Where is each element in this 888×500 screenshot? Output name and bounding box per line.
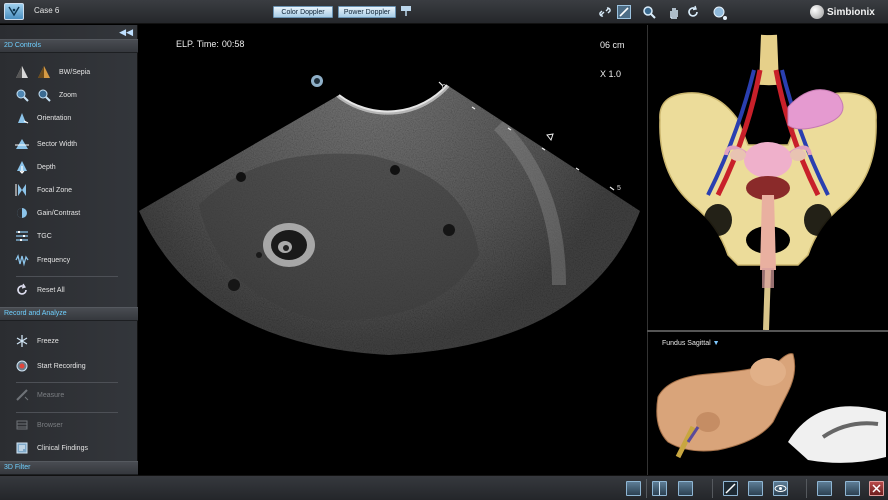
focal-zone-icon [15,183,29,197]
link-icon[interactable] [598,5,612,19]
separator [16,276,118,277]
mannequin-model [656,353,886,463]
zoom-view-icon[interactable] [642,5,656,19]
frequency-icon [15,253,29,267]
clinical-findings-icon [15,441,29,455]
pelvis-model [659,34,877,331]
scale-label-top: 0 [442,84,446,91]
clinical-findings-label: Clinical Findings [37,444,88,452]
section-3d-filter[interactable]: 3D Filter [0,461,138,475]
bw-sepia-label: BW/Sepia [59,68,91,76]
collapse-panel-icon[interactable]: ◀◀ [119,27,133,38]
section-2d-controls[interactable]: 2D Controls [0,39,138,53]
orientation-label: Orientation [37,114,72,122]
bw-sepia-control[interactable]: BW/Sepia [15,64,90,80]
start-recording-label: Start Recording [37,362,86,370]
anatomy-3d-view[interactable] [647,25,888,331]
gain-contrast-icon [15,206,29,220]
sector-width-label: Sector Width [37,140,78,148]
depth-control[interactable]: Depth [15,159,56,175]
chevron-down-icon: ▼ [712,340,720,347]
sector-width-control[interactable]: Sector Width [15,136,77,152]
separator [806,479,807,498]
section-record-analyze[interactable]: Record and Analyze [0,307,138,321]
power-doppler-button[interactable]: Power Doppler [338,6,396,18]
focal-zone-control[interactable]: Focal Zone [15,182,72,198]
brand-logo: Simbionix [810,4,875,20]
orientation-icon [15,111,29,125]
reset-all-label: Reset All [37,286,65,294]
pw-doppler-icon[interactable] [399,5,413,19]
top-toolbar: Case 6 Color Doppler Power Doppler Simbi… [0,0,888,24]
browser-icon [15,418,29,432]
scale-label-bottom: 5 [617,185,621,192]
eye-icon[interactable] [773,481,788,496]
bw-mode-icon[interactable] [15,65,29,79]
tgc-label: TGC [37,232,52,240]
reset-all-button[interactable]: Reset All [15,282,65,298]
gain-contrast-control[interactable]: Gain/Contrast [15,205,80,221]
single-view-icon[interactable] [626,481,641,496]
brand-name: Simbionix [827,6,875,18]
case-label: Case 6 [34,6,60,15]
clinical-findings-button[interactable]: Clinical Findings [15,440,88,456]
separator [16,382,118,383]
rotate-icon[interactable] [686,5,700,19]
measure-icon [15,388,29,402]
zoom-label: Zoom [59,91,77,99]
plane-selector-label: Fundus Sagittal [662,340,711,347]
ultrasound-view[interactable]: ELP. Time: 00:58 06 cm X 1.0 0 5 [139,25,646,475]
audio-icon[interactable] [817,481,832,496]
gain-contrast-label: Gain/Contrast [37,209,81,217]
controls-panel: ◀◀ 2D Controls BW/Sepia Zoom Orientation… [0,25,138,475]
browser-label: Browser [37,421,63,429]
reset-icon [15,283,29,297]
sepia-mode-icon[interactable] [37,65,51,79]
frequency-label: Frequency [37,256,71,264]
pan-hand-icon[interactable] [667,5,681,19]
probe-position-view[interactable]: Fundus Sagittal ▼ [647,332,888,475]
browser-button[interactable]: Browser [15,417,63,433]
sector-width-icon [15,137,29,151]
separator [16,412,118,413]
zoom-in-icon[interactable] [15,88,29,102]
tgc-control[interactable]: TGC [15,228,52,244]
frequency-control[interactable]: Frequency [15,252,70,268]
zoom-3d-icon[interactable] [712,5,727,20]
record-icon [15,359,29,373]
close-icon[interactable] [869,481,884,496]
zoom-out-icon[interactable] [37,88,51,102]
measure-label: Measure [37,391,65,399]
plane-selector[interactable]: Fundus Sagittal ▼ [662,340,720,347]
needle-icon[interactable] [723,481,738,496]
zoom-control[interactable]: Zoom [15,87,77,103]
freeze-label: Freeze [37,337,59,345]
tgc-icon [15,229,29,243]
separator [646,479,647,498]
simbionix-logo-icon [810,5,824,19]
depth-label: Depth [37,163,56,171]
folder-icon[interactable] [845,481,860,496]
quad-view-icon[interactable] [678,481,693,496]
orientation-control[interactable]: Orientation [15,110,71,126]
dual-view-icon[interactable] [652,481,667,496]
freeze-button[interactable]: Freeze [15,333,59,349]
color-doppler-button[interactable]: Color Doppler [273,6,333,18]
snowflake-icon [15,334,29,348]
ultrasound-sector [139,75,640,355]
measure-button[interactable]: Measure [15,387,64,403]
separator [712,479,713,498]
bottom-toolbar [0,475,888,500]
depth-icon [15,160,29,174]
start-recording-button[interactable]: Start Recording [15,358,86,374]
focal-zone-label: Focal Zone [37,186,73,194]
probe-tool-icon[interactable] [617,5,631,19]
camera-icon[interactable] [748,481,763,496]
app-menu-icon[interactable] [4,3,24,20]
